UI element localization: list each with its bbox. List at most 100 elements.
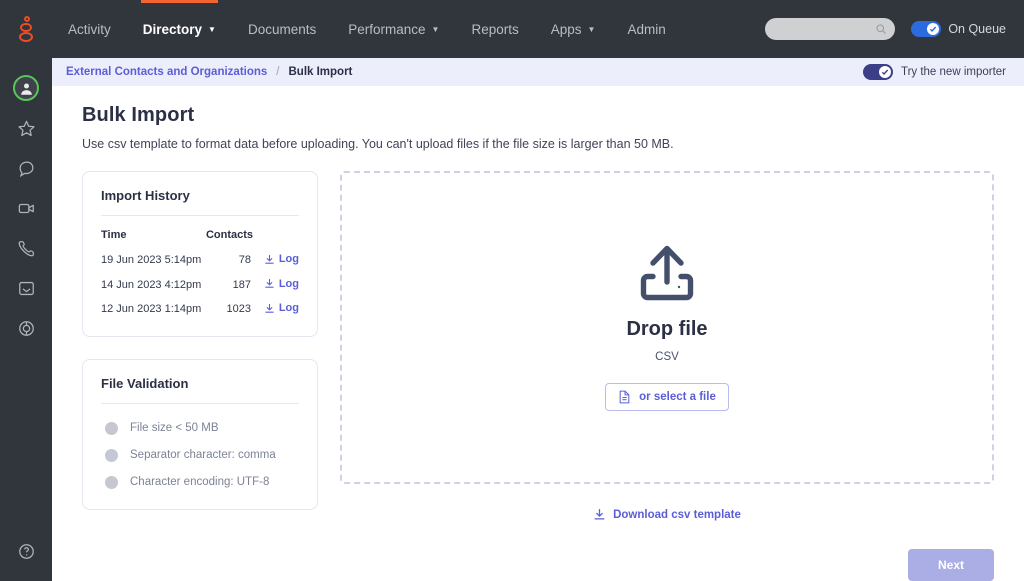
upload-icon: [634, 244, 700, 306]
nav-item-apps[interactable]: Apps ▼: [535, 0, 612, 58]
nav-item-admin[interactable]: Admin: [611, 0, 681, 58]
main-menu: Activity Directory ▼ Documents Performan…: [52, 0, 682, 58]
nav-label: Activity: [68, 22, 111, 37]
validation-rule-label: File size < 50 MB: [130, 422, 219, 434]
on-queue-toggle[interactable]: [911, 21, 941, 37]
right-column: Drop file CSV or select a file: [340, 171, 994, 521]
select-file-label: or select a file: [639, 391, 716, 403]
breadcrumb-bar: External Contacts and Organizations / Bu…: [52, 58, 1024, 86]
table-row: 19 Jun 2023 5:14pm 78 Log: [101, 248, 299, 273]
sidebar-item-profile[interactable]: [0, 68, 52, 108]
page-content: Bulk Import Use csv template to format d…: [52, 86, 1024, 535]
genesys-logo-icon: [16, 16, 36, 42]
download-csv-template-link[interactable]: Download csv template: [593, 508, 741, 521]
breadcrumb-separator: /: [276, 66, 279, 78]
top-nav-right-controls: On Queue: [765, 18, 1024, 40]
star-icon: [17, 119, 36, 138]
nav-label: Directory: [143, 22, 202, 37]
left-column: Import History Time Contacts: [82, 171, 318, 521]
import-history-table: Time Contacts 19 Jun 2023 5:14pm 78: [101, 226, 299, 322]
divider: [101, 403, 299, 404]
app-root: Activity Directory ▼ Documents Performan…: [0, 0, 1024, 581]
cell-time: 12 Jun 2023 1:14pm: [101, 297, 204, 322]
chevron-down-icon: ▼: [208, 26, 216, 34]
video-camera-icon: [17, 199, 36, 218]
import-history-title: Import History: [101, 188, 299, 203]
cell-contacts: 187: [204, 273, 253, 298]
download-template-label: Download csv template: [613, 509, 741, 521]
download-icon: [264, 278, 275, 289]
sidebar-item-calls[interactable]: [0, 228, 52, 268]
log-label: Log: [279, 302, 299, 314]
status-indicator-icon: [105, 422, 118, 435]
help-icon: [17, 542, 36, 561]
phone-icon: [17, 239, 36, 258]
validation-rule-list: File size < 50 MB Separator character: c…: [101, 414, 299, 495]
download-template-row: Download csv template: [340, 508, 994, 521]
cell-contacts: 1023: [204, 297, 253, 322]
sidebar-item-assistant[interactable]: [0, 308, 52, 348]
list-item: Separator character: comma: [105, 449, 299, 462]
download-log-link[interactable]: Log: [264, 253, 299, 265]
table-header-row: Time Contacts: [101, 226, 299, 248]
status-indicator-icon: [105, 476, 118, 489]
download-log-link[interactable]: Log: [264, 302, 299, 314]
download-log-link[interactable]: Log: [264, 278, 299, 290]
global-search[interactable]: [765, 18, 895, 40]
content-columns: Import History Time Contacts: [82, 171, 994, 521]
table-row: 12 Jun 2023 1:14pm 1023 Log: [101, 297, 299, 322]
new-importer-toggle[interactable]: [863, 64, 893, 80]
breadcrumb-current: Bulk Import: [289, 66, 353, 78]
nav-label: Reports: [471, 22, 518, 37]
dropzone-filetype: CSV: [655, 351, 679, 363]
cell-time: 14 Jun 2023 4:12pm: [101, 273, 204, 298]
nav-item-reports[interactable]: Reports: [455, 0, 534, 58]
download-icon: [593, 508, 606, 521]
sidebar-item-video[interactable]: [0, 188, 52, 228]
cell-contacts: 78: [204, 248, 253, 273]
nav-item-performance[interactable]: Performance ▼: [332, 0, 455, 58]
breadcrumb-parent-link[interactable]: External Contacts and Organizations: [66, 66, 267, 78]
nav-item-documents[interactable]: Documents: [232, 0, 332, 58]
inbox-icon: [17, 279, 36, 298]
select-file-button[interactable]: or select a file: [605, 383, 729, 411]
sidebar-item-help[interactable]: [0, 531, 52, 571]
file-icon: [618, 390, 631, 404]
new-importer-label: Try the new importer: [901, 66, 1006, 78]
chevron-down-icon: ▼: [432, 26, 440, 34]
dropzone-title: Drop file: [626, 318, 707, 341]
chevron-down-icon: ▼: [588, 26, 596, 34]
validation-rule-label: Separator character: comma: [130, 449, 276, 461]
toggle-knob: [879, 66, 891, 78]
page-title: Bulk Import: [82, 104, 994, 127]
import-history-card: Import History Time Contacts: [82, 171, 318, 337]
table-row: 14 Jun 2023 4:12pm 187 Log: [101, 273, 299, 298]
column-header-time: Time: [101, 226, 204, 248]
page-subtitle: Use csv template to format data before u…: [82, 137, 994, 151]
log-label: Log: [279, 253, 299, 265]
sidebar-item-favorites[interactable]: [0, 108, 52, 148]
nav-item-activity[interactable]: Activity: [52, 0, 127, 58]
file-validation-card: File Validation File size < 50 MB Separa…: [82, 359, 318, 510]
sidebar-item-voicemail[interactable]: [0, 268, 52, 308]
column-header-contacts: Contacts: [204, 226, 253, 248]
nav-label: Documents: [248, 22, 316, 37]
nav-item-directory[interactable]: Directory ▼: [127, 0, 232, 58]
new-importer-control[interactable]: Try the new importer: [863, 64, 1006, 80]
below-nav-area: External Contacts and Organizations / Bu…: [0, 58, 1024, 581]
main-region: External Contacts and Organizations / Bu…: [52, 58, 1024, 581]
left-sidebar: [0, 58, 52, 581]
page-footer: Next: [52, 535, 1024, 581]
download-icon: [264, 303, 275, 314]
app-logo[interactable]: [0, 0, 52, 58]
sidebar-item-chat[interactable]: [0, 148, 52, 188]
search-input[interactable]: [777, 23, 875, 35]
log-label: Log: [279, 278, 299, 290]
toggle-knob: [927, 23, 939, 35]
nav-label: Apps: [551, 22, 582, 37]
file-dropzone[interactable]: Drop file CSV or select a file: [340, 171, 994, 484]
on-queue-control[interactable]: On Queue: [911, 21, 1006, 37]
next-button[interactable]: Next: [908, 549, 994, 581]
download-icon: [264, 254, 275, 265]
file-validation-title: File Validation: [101, 376, 299, 391]
